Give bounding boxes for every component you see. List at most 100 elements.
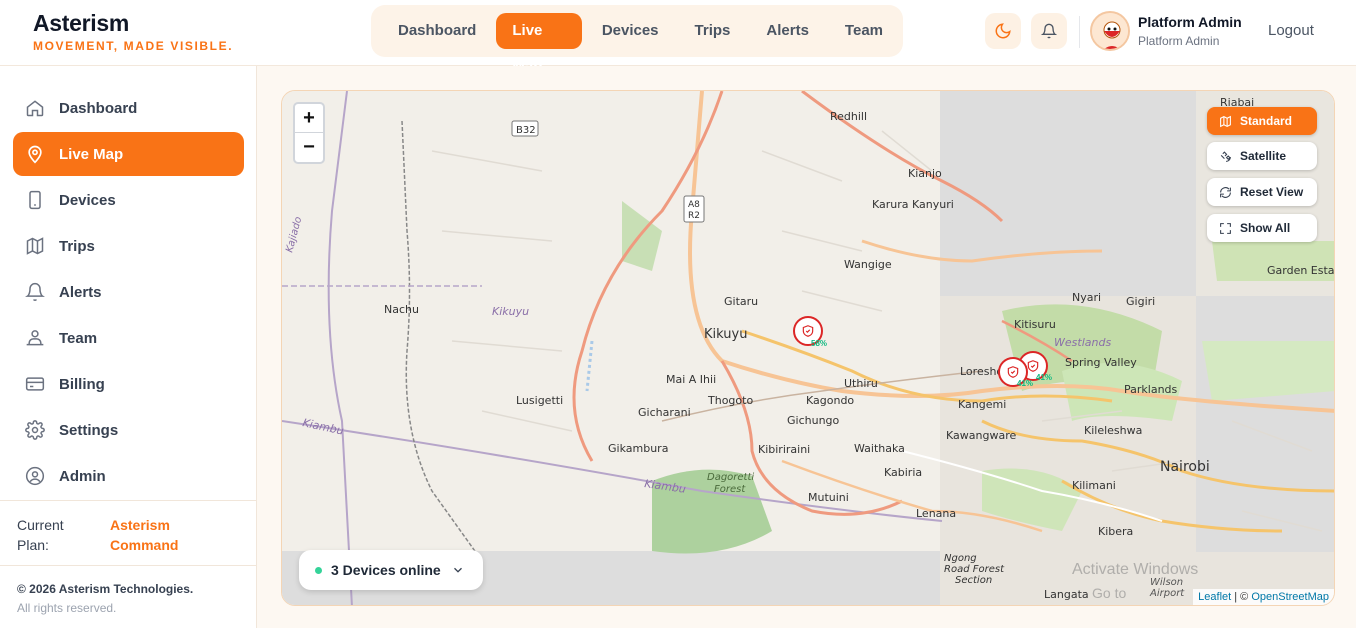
svg-text:Nachu: Nachu — [384, 303, 419, 316]
svg-text:Gikambura: Gikambura — [608, 442, 668, 455]
satellite-label: Satellite — [1240, 149, 1287, 163]
user-role: Platform Admin — [1138, 34, 1220, 48]
expand-icon — [1220, 222, 1231, 234]
svg-text:Spring Valley: Spring Valley — [1065, 356, 1137, 369]
sidebar-item-devices[interactable]: Devices — [13, 178, 244, 222]
sidebar-item-team[interactable]: Team — [13, 316, 244, 360]
user-circle-icon — [25, 466, 45, 486]
user-name[interactable]: Platform Admin — [1138, 14, 1242, 30]
tab-dashboard[interactable]: Dashboard — [382, 13, 492, 49]
tab-devices[interactable]: Devices — [586, 13, 675, 49]
zoom-in-button[interactable]: + — [295, 104, 323, 133]
sidebar-item-settings[interactable]: Settings — [13, 408, 244, 452]
sidebar-item-dashboard[interactable]: Dashboard — [13, 86, 244, 130]
sidebar-item-label: Settings — [59, 421, 119, 439]
tab-alerts[interactable]: Alerts — [750, 13, 825, 49]
sidebar-item-alerts[interactable]: Alerts — [13, 270, 244, 314]
brand[interactable]: Asterism MOVEMENT, MADE VISIBLE. — [33, 10, 233, 53]
sidebar-item-label: Team — [59, 329, 98, 347]
shield-icon — [1027, 360, 1039, 372]
satellite-view-button[interactable]: Satellite — [1207, 142, 1317, 170]
openstreetmap-link[interactable]: OpenStreetMap — [1251, 591, 1329, 603]
svg-text:Section: Section — [955, 575, 992, 586]
sidebar-item-label: Alerts — [59, 283, 102, 301]
svg-text:B32: B32 — [516, 125, 536, 136]
svg-text:Lusigetti: Lusigetti — [516, 394, 563, 407]
tab-trips[interactable]: Trips — [679, 13, 747, 49]
map-pin-icon — [28, 145, 42, 164]
current-plan: Current Plan: Asterism Command — [0, 500, 256, 566]
sidebar-item-billing[interactable]: Billing — [13, 362, 244, 406]
svg-text:Uthiru: Uthiru — [844, 377, 878, 390]
sidebar-item-label: Trips — [59, 237, 95, 255]
svg-text:Gitaru: Gitaru — [724, 295, 758, 308]
sidebar-item-admin[interactable]: Admin — [13, 454, 244, 498]
svg-text:Redhill: Redhill — [830, 110, 867, 123]
show-all-button[interactable]: Show All — [1207, 214, 1317, 242]
notifications-button[interactable] — [1031, 13, 1067, 49]
zoom-out-button[interactable]: − — [295, 133, 323, 162]
sidebar-item-label: Admin — [59, 467, 106, 485]
svg-text:Kawangware: Kawangware — [946, 429, 1016, 442]
chevron-down-icon — [453, 567, 462, 573]
rights-reserved: All rights reserved. — [17, 601, 117, 615]
copyright: © 2026 Asterism Technologies. — [17, 582, 194, 596]
sidebar-item-label: Live Map — [59, 145, 124, 163]
reset-view-button[interactable]: Reset View — [1207, 178, 1317, 206]
svg-text:Waithaka: Waithaka — [854, 442, 905, 455]
sidebar-item-live-map[interactable]: Live Map — [13, 132, 244, 176]
battery-percent: 58% — [811, 339, 828, 348]
sidebar-item-trips[interactable]: Trips — [13, 224, 244, 268]
satellite-icon — [1220, 150, 1231, 162]
header-divider — [1079, 16, 1080, 48]
devices-online-dropdown[interactable]: 3 Devices online — [299, 550, 483, 590]
svg-text:Kibera: Kibera — [1098, 525, 1133, 538]
online-status-dot — [315, 566, 322, 574]
avatar[interactable] — [1090, 11, 1130, 51]
plan-label: Current Plan: — [17, 517, 64, 553]
shield-icon — [802, 325, 814, 337]
svg-text:Ngong: Ngong — [944, 553, 977, 564]
svg-text:Dagoretti: Dagoretti — [707, 472, 754, 483]
svg-text:Kianjo: Kianjo — [908, 167, 942, 180]
top-navigation: Dashboard Live Map Devices Trips Alerts … — [371, 5, 903, 75]
theme-toggle-button[interactable] — [985, 13, 1021, 49]
svg-text:Kikuyu: Kikuyu — [492, 305, 529, 318]
tab-team[interactable]: Team — [829, 13, 899, 49]
map-attribution: Leaflet | © OpenStreetMap — [1193, 589, 1334, 605]
svg-text:Lenana: Lenana — [916, 507, 956, 520]
credit-card-icon — [25, 377, 45, 391]
map-tiles[interactable]: B32 A8 R2 Redhill Kianjo Karura Kanyuri … — [282, 91, 1335, 606]
logout-button[interactable]: Logout — [1268, 22, 1314, 39]
bell-icon — [1041, 23, 1057, 39]
reset-view-label: Reset View — [1240, 185, 1304, 199]
app-header: Asterism MOVEMENT, MADE VISIBLE. Dashboa… — [0, 0, 1356, 75]
leaflet-link[interactable]: Leaflet — [1198, 591, 1231, 603]
sidebar: Dashboard Live Map Devices Trips Alerts … — [0, 66, 257, 628]
map-icon — [26, 237, 44, 255]
sidebar-item-label: Dashboard — [59, 99, 138, 117]
svg-text:Gichungo: Gichungo — [787, 414, 840, 427]
tab-live-map[interactable]: Live Map — [496, 13, 582, 75]
sidebar-item-label: Billing — [59, 375, 105, 393]
go-to-settings-watermark: Go to — [1092, 585, 1127, 601]
svg-text:Mai A Ihii: Mai A Ihii — [666, 373, 716, 386]
svg-text:Mutuini: Mutuini — [808, 491, 849, 504]
home-icon — [26, 100, 44, 117]
svg-text:Parklands: Parklands — [1124, 383, 1178, 396]
brand-name: Asterism — [33, 10, 130, 36]
brand-tagline: MOVEMENT, MADE VISIBLE. — [33, 39, 234, 53]
live-map[interactable]: B32 A8 R2 Redhill Kianjo Karura Kanyuri … — [281, 90, 1335, 606]
svg-text:Thogoto: Thogoto — [707, 394, 753, 407]
svg-text:Nyari: Nyari — [1072, 291, 1101, 304]
devices-online-label: 3 Devices online — [331, 562, 441, 578]
battery-percent: 41% — [1017, 379, 1034, 388]
standard-view-button[interactable]: Standard — [1207, 107, 1317, 135]
svg-text:Road Forest: Road Forest — [944, 564, 1005, 575]
svg-text:Forest: Forest — [714, 484, 746, 495]
svg-text:Kibiriraini: Kibiriraini — [758, 443, 810, 456]
svg-text:Westlands: Westlands — [1054, 336, 1111, 349]
svg-text:Kikuyu: Kikuyu — [704, 327, 747, 342]
plan-value: Asterism Command — [110, 517, 179, 553]
shield-icon — [1007, 366, 1019, 378]
